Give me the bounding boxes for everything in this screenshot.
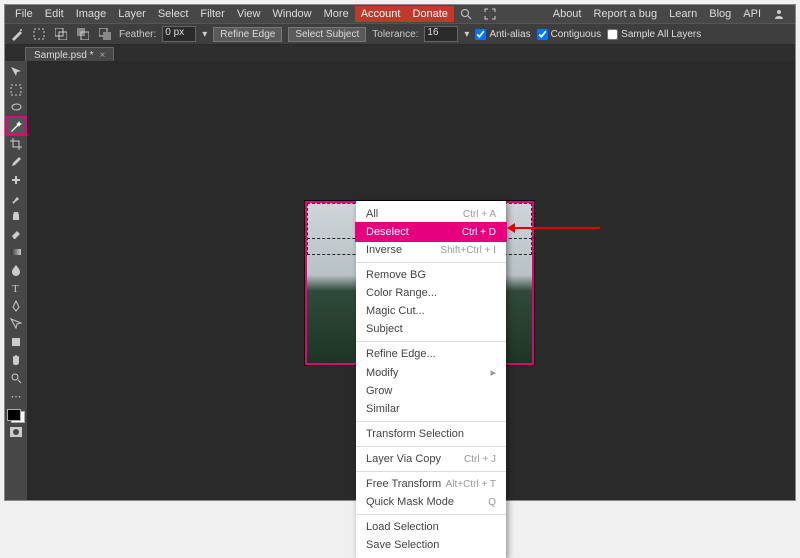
selmode-int-icon[interactable] [97,26,113,42]
quickmask-icon[interactable] [6,423,26,441]
menuitem-magiccut[interactable]: Magic Cut... [356,302,506,320]
menuitem-subject[interactable]: Subject [356,320,506,338]
type-tool[interactable]: T [6,279,26,297]
separator [356,446,506,447]
selmode-sub-icon[interactable] [75,26,91,42]
color-swatch[interactable] [7,409,25,423]
refine-edge-button[interactable]: Refine Edge [213,27,282,42]
link-about[interactable]: About [547,6,588,22]
menuitem-save[interactable]: Save Selection [356,536,506,554]
separator [356,341,506,342]
menuitem-refine[interactable]: Refine Edge... [356,345,506,363]
separator [356,262,506,263]
chevron-down-icon[interactable]: ▾ [464,29,469,40]
menuitem-layervia[interactable]: Layer Via CopyCtrl + J [356,450,506,468]
sample-all-checkbox[interactable]: Sample All Layers [607,29,701,40]
menu-image[interactable]: Image [70,6,113,22]
menu-more[interactable]: More [318,6,355,22]
menuitem-grow[interactable]: Grow [356,382,506,400]
shape-tool[interactable] [6,333,26,351]
user-icon[interactable] [767,6,791,22]
fullscreen-icon[interactable] [478,6,502,22]
separator [356,514,506,515]
wand-tool[interactable] [6,117,26,135]
menu-edit[interactable]: Edit [39,6,70,22]
antialias-checkbox[interactable]: Anti-alias [475,29,530,40]
menuitem-removebg[interactable]: Remove BG [356,266,506,284]
search-icon[interactable] [454,6,478,22]
contiguous-checkbox[interactable]: Contiguous [537,29,602,40]
chevron-down-icon[interactable]: ▾ [202,29,207,40]
eyedropper-tool[interactable] [6,153,26,171]
marquee-tool[interactable] [6,81,26,99]
selmode-new-icon[interactable] [31,26,47,42]
selmode-add-icon[interactable] [53,26,69,42]
menuitem-load[interactable]: Load Selection [356,518,506,536]
menu-donate[interactable]: Donate [406,6,453,22]
clone-tool[interactable] [6,207,26,225]
lasso-tool[interactable] [6,99,26,117]
app-frame: File Edit Image Layer Select Filter View… [4,4,796,501]
menu-layer[interactable]: Layer [112,6,152,22]
link-report[interactable]: Report a bug [587,6,663,22]
menuitem-quickmask[interactable]: Quick Mask ModeQ [356,493,506,511]
wand-tool-icon [9,26,25,42]
menu-file[interactable]: File [9,6,39,22]
link-blog[interactable]: Blog [703,6,737,22]
eraser-tool[interactable] [6,225,26,243]
menu-select[interactable]: Select [152,6,195,22]
move-tool[interactable] [6,63,26,81]
brush-tool[interactable] [6,189,26,207]
gradient-tool[interactable] [6,243,26,261]
annotation-arrow [510,227,600,229]
menuitem-similar[interactable]: Similar [356,400,506,418]
workspace: T ⋯ AllCtrl + A DeselectCtrl + D Inverse… [5,61,795,500]
options-bar: Feather: 0 px ▾ Refine Edge Select Subje… [5,23,795,45]
tolerance-input[interactable]: 16 [424,26,458,42]
pen-tool[interactable] [6,297,26,315]
close-icon[interactable]: × [99,50,105,61]
menu-window[interactable]: Window [267,6,318,22]
path-tool[interactable] [6,315,26,333]
tab-label: Sample.psd * [34,50,93,61]
menu-bar: File Edit Image Layer Select Filter View… [5,5,795,23]
chevron-right-icon: ▸ [490,366,496,379]
svg-text:T: T [12,283,19,294]
link-learn[interactable]: Learn [663,6,703,22]
menuitem-colorrange[interactable]: Color Range... [356,284,506,302]
separator [356,421,506,422]
menuitem-freetransform[interactable]: Free TransformAlt+Ctrl + T [356,475,506,493]
context-menu: AllCtrl + A DeselectCtrl + D InverseShif… [356,201,506,558]
select-subject-button[interactable]: Select Subject [288,27,366,42]
menuitem-all[interactable]: AllCtrl + A [356,205,506,223]
separator [356,471,506,472]
zoom-tool[interactable] [6,369,26,387]
menuitem-transform[interactable]: Transform Selection [356,425,506,443]
menuitem-modify[interactable]: Modify▸ [356,363,506,382]
link-api[interactable]: API [737,6,767,22]
feather-label: Feather: [119,29,156,40]
feather-input[interactable]: 0 px [162,26,196,42]
hand-tool[interactable] [6,351,26,369]
heal-tool[interactable] [6,171,26,189]
blur-tool[interactable] [6,261,26,279]
menuitem-deselect[interactable]: DeselectCtrl + D [356,223,506,241]
crop-tool[interactable] [6,135,26,153]
menuitem-inverse[interactable]: InverseShift+Ctrl + I [356,241,506,259]
menu-view[interactable]: View [231,6,267,22]
toolbar: T ⋯ [5,61,27,500]
menu-account[interactable]: Account [355,6,407,22]
more-tool[interactable]: ⋯ [6,387,26,405]
menu-filter[interactable]: Filter [194,6,230,22]
tolerance-label: Tolerance: [372,29,418,40]
